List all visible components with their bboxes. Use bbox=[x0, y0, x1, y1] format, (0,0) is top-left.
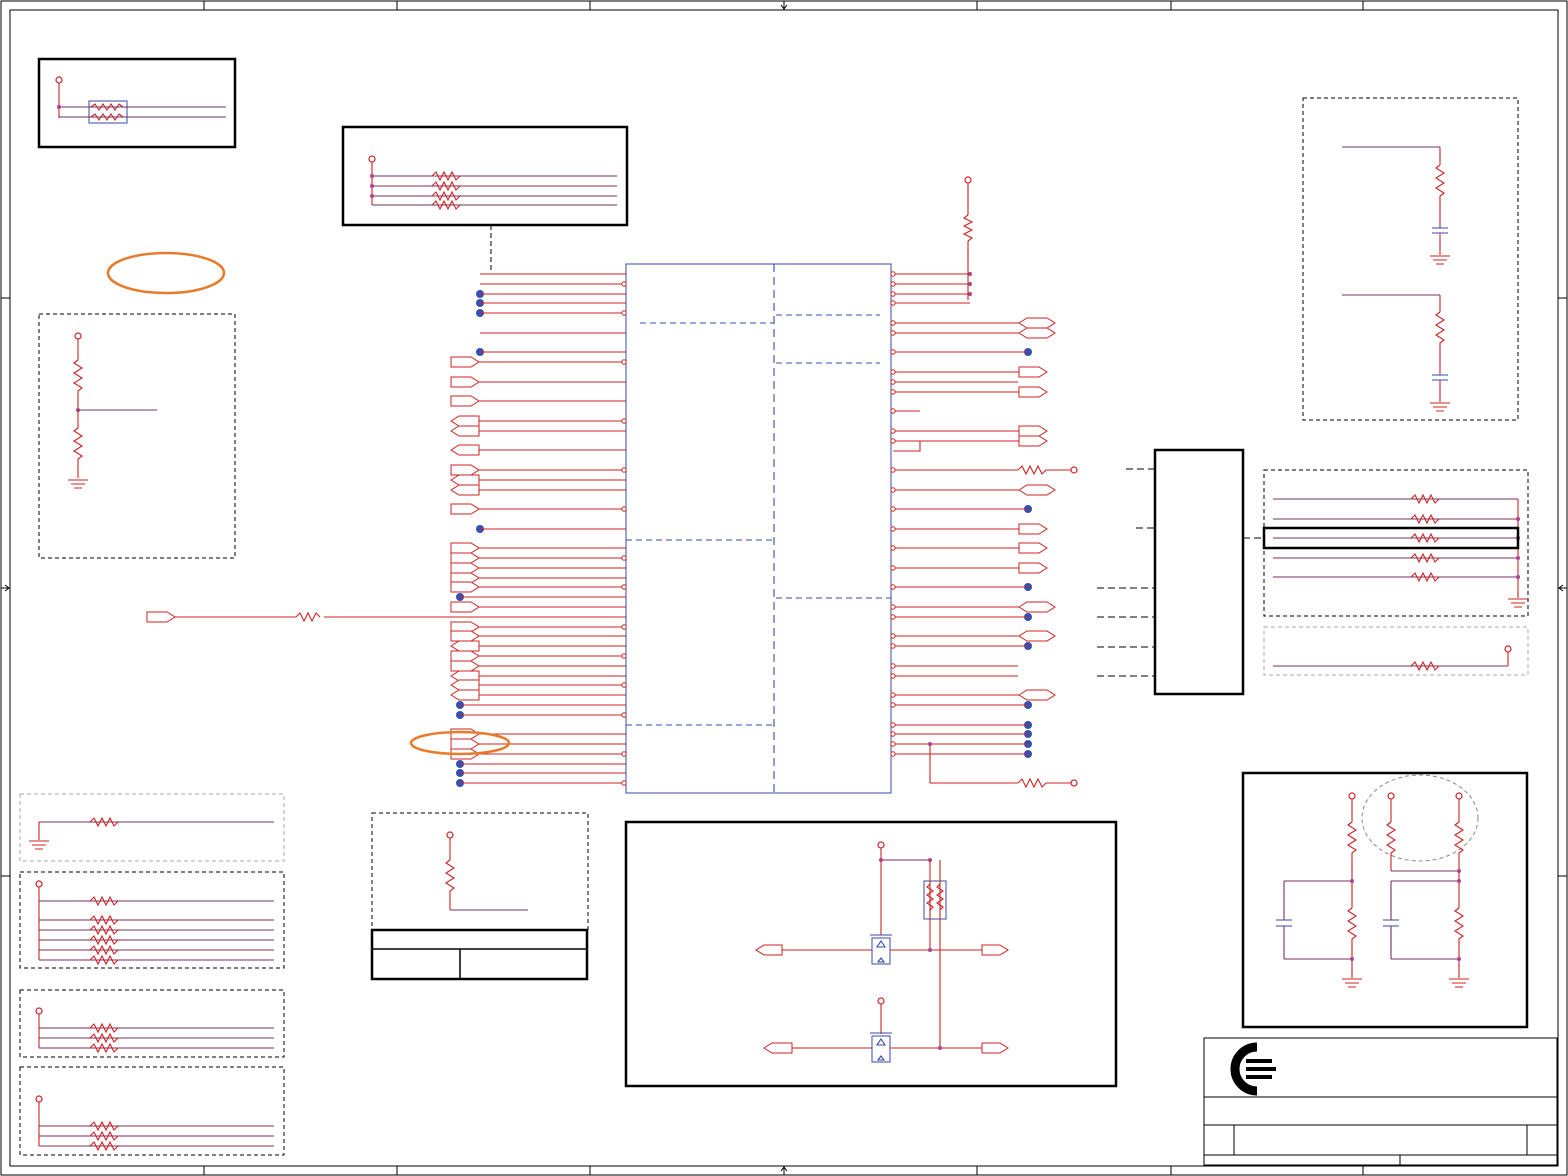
signal-port bbox=[450, 356, 480, 368]
title-block bbox=[1203, 1037, 1558, 1166]
signal-port bbox=[450, 650, 480, 662]
signal-port bbox=[1018, 317, 1056, 329]
signal-port bbox=[450, 562, 480, 574]
signal-port bbox=[1018, 542, 1048, 554]
center-pullup-box bbox=[370, 812, 589, 981]
signal-port bbox=[1018, 601, 1056, 613]
main-ic bbox=[625, 263, 892, 794]
right-pullup-box bbox=[1263, 626, 1529, 676]
signal-port bbox=[1018, 327, 1056, 339]
ic-left-pins bbox=[450, 273, 627, 787]
signal-port bbox=[1018, 689, 1056, 701]
signal-port bbox=[1018, 435, 1048, 447]
left-input-signal bbox=[146, 611, 626, 623]
signal-port bbox=[450, 464, 480, 476]
signal-port bbox=[450, 679, 480, 691]
right-resistor-bank bbox=[1262, 469, 1529, 617]
signal-port bbox=[1018, 562, 1048, 574]
center-arrow-bottom bbox=[780, 1166, 788, 1175]
signal-port bbox=[1018, 386, 1048, 398]
signal-port bbox=[1018, 484, 1056, 496]
divider-bank bbox=[1241, 771, 1529, 1029]
signal-port bbox=[1018, 425, 1048, 437]
level-shifter bbox=[624, 820, 1118, 1088]
power-pin bbox=[1070, 779, 1078, 787]
signal-port bbox=[450, 640, 480, 652]
company-logo-icon bbox=[1230, 1042, 1276, 1096]
ic-right-pins bbox=[890, 271, 1078, 789]
schematic-sheet bbox=[0, 0, 1568, 1176]
signal-port bbox=[450, 484, 480, 496]
pullup-resistor-network bbox=[341, 125, 629, 270]
signal-port bbox=[450, 376, 480, 388]
signal-port bbox=[450, 630, 480, 642]
signal-port bbox=[450, 601, 480, 613]
signal-port bbox=[450, 728, 480, 740]
signal-port bbox=[450, 581, 480, 593]
signal-port bbox=[450, 503, 480, 515]
signal-port bbox=[450, 660, 480, 672]
highlight-ellipse-1 bbox=[106, 251, 226, 295]
signal-port bbox=[1018, 366, 1048, 378]
voltage-divider bbox=[38, 313, 236, 559]
center-arrow-right bbox=[1558, 584, 1567, 592]
signal-port bbox=[1018, 523, 1048, 535]
center-arrow-left bbox=[1, 584, 10, 592]
power-pin bbox=[1070, 466, 1078, 474]
signal-port bbox=[450, 738, 480, 750]
signal-port bbox=[450, 552, 480, 564]
signal-port bbox=[1018, 630, 1056, 642]
interface-connector bbox=[1097, 448, 1263, 696]
signal-port bbox=[450, 689, 480, 701]
center-arrow-top bbox=[780, 1, 788, 10]
signal-port bbox=[450, 395, 480, 407]
bottom-left-resistor-groups bbox=[19, 793, 285, 1156]
right-rc-filters bbox=[1302, 97, 1519, 421]
signal-port bbox=[450, 415, 480, 427]
signal-port bbox=[450, 474, 480, 486]
signal-port bbox=[450, 542, 480, 554]
signal-port bbox=[450, 444, 480, 456]
signal-port bbox=[450, 425, 480, 437]
ic-pullup bbox=[962, 176, 974, 300]
top-left-resistor-network bbox=[37, 57, 237, 149]
